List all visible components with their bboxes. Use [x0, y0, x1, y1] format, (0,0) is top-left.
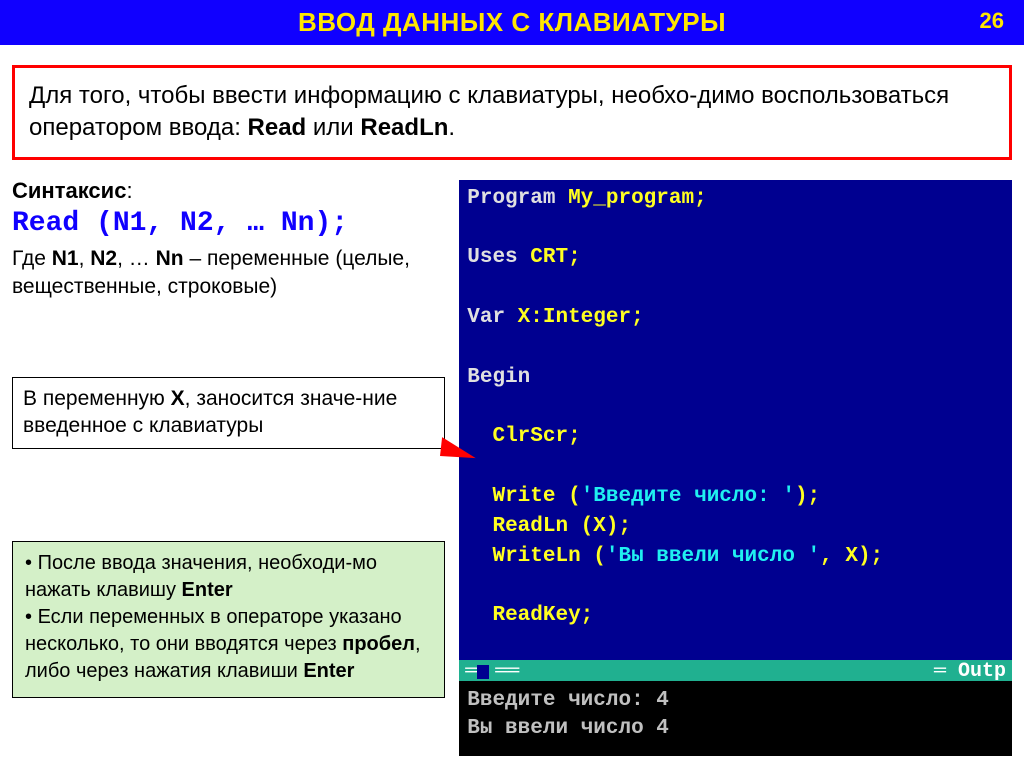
code-pane: Program My_program; Uses CRT; Var X:Inte… — [459, 180, 1012, 756]
code-line-8: WriteLn ('Вы ввели число ', X); — [467, 542, 1004, 572]
intro-op-read: Read — [248, 114, 307, 141]
output-pane: Введите число: 4 Вы ввели число 4 — [459, 681, 1012, 756]
tip-1: • После ввода значения, необходи-мо нажа… — [25, 550, 432, 604]
code-line-4: Begin — [467, 363, 1004, 393]
arrow-icon — [440, 435, 482, 482]
right-column: Program My_program; Uses CRT; Var X:Inte… — [459, 178, 1012, 756]
note-box: В переменную X, заносится значе-ние введ… — [12, 377, 445, 449]
output-line-1: Введите число: 4 — [467, 687, 1004, 715]
code-line-5: ClrScr; — [467, 422, 1004, 452]
where-text: Где N1, N2, … Nn – переменные (целые, ве… — [12, 245, 445, 302]
intro-op-readln: ReadLn — [360, 114, 448, 141]
intro-text: Для того, чтобы ввести информацию с клав… — [29, 82, 949, 141]
tips-box: • После ввода значения, необходи-мо нажа… — [12, 541, 445, 698]
code-line-7: ReadLn (X); — [467, 512, 1004, 542]
left-column: Синтаксис: Read (N1, N2, … Nn); Где N1, … — [12, 178, 445, 756]
syntax-label-row: Синтаксис: — [12, 178, 445, 204]
syntax-label: Синтаксис — [12, 178, 126, 203]
slide-header: ВВОД ДАННЫХ С КЛАВИАТУРЫ 26 — [0, 0, 1024, 45]
output-line-2: Вы ввели число 4 — [467, 715, 1004, 743]
code-line-9: ReadKey; — [467, 601, 1004, 631]
slide-number: 26 — [980, 8, 1004, 34]
intro-box: Для того, чтобы ввести информацию с клав… — [12, 65, 1012, 160]
tip-2: • Если переменных в операторе указано не… — [25, 604, 432, 685]
code-line-2: Uses CRT; — [467, 243, 1004, 273]
code-line-3: Var X:Integer; — [467, 303, 1004, 333]
code-line-6: Write ('Введите число: '); — [467, 482, 1004, 512]
read-syntax: Read (N1, N2, … Nn); — [12, 208, 445, 239]
code-line-1: Program My_program; — [467, 184, 1004, 214]
slide-title: ВВОД ДАННЫХ С КЛАВИАТУРЫ — [298, 7, 726, 38]
content-row: Синтаксис: Read (N1, N2, … Nn); Где N1, … — [0, 178, 1024, 756]
